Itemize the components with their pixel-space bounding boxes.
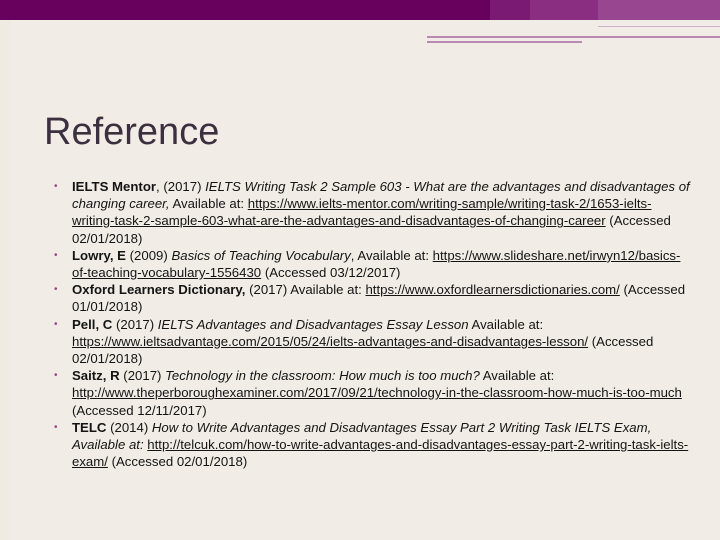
reference-author: IELTS Mentor	[72, 179, 157, 194]
reference-item: • IELTS Mentor, (2017) IELTS Writing Task…	[54, 178, 694, 247]
reference-link[interactable]: https://www.oxfordlearnersdictionaries.c…	[365, 282, 619, 297]
reference-link[interactable]: http://www.theperboroughexaminer.com/201…	[72, 385, 682, 400]
reference-title: Basics of Teaching Vocabulary	[171, 247, 351, 263]
reference-available: Available at:	[169, 196, 248, 212]
slide-title: Reference	[44, 111, 220, 153]
reference-author: Lowry, E	[72, 247, 126, 263]
reference-available: Available at:	[468, 316, 544, 332]
reference-year: (2009)	[125, 247, 172, 263]
reference-accessed: (Accessed 03/12/2017)	[261, 265, 401, 281]
top-band-accent	[598, 0, 720, 20]
reference-author: Pell, C	[72, 316, 113, 332]
decorative-rule	[427, 41, 582, 43]
reference-year: , (2017)	[156, 179, 206, 194]
reference-accessed: (Accessed 12/11/2017)	[72, 402, 207, 418]
reference-year: (2014)	[106, 419, 152, 435]
reference-item: • Oxford Learners Dictionary, (2017) Avai…	[54, 281, 694, 315]
bullet-icon: •	[54, 370, 58, 382]
reference-item: • Saitz, R (2017) Technology in the class…	[54, 367, 694, 419]
reference-year: (2017)	[119, 368, 166, 384]
reference-item: • TELC (2014) How to Write Advantages and…	[54, 419, 694, 471]
decorative-rule	[598, 26, 720, 27]
reference-item: • Lowry, E (2009) Basics of Teaching Voca…	[54, 247, 694, 281]
reference-item: • Pell, C (2017) IELTS Advantages and Dis…	[54, 316, 694, 368]
reference-author: TELC	[72, 419, 107, 435]
bullet-icon: •	[54, 421, 58, 433]
reference-author: Saitz, R	[72, 368, 120, 384]
reference-available: Available at:	[290, 282, 366, 298]
reference-accessed: (Accessed 02/01/2018)	[107, 454, 248, 470]
reference-title: IELTS Advantages and Disadvantages Essay…	[157, 316, 469, 332]
decorative-rule	[427, 36, 720, 38]
left-margin-stripe	[0, 20, 10, 540]
reference-year: (2017)	[112, 316, 158, 332]
bullet-icon: •	[54, 249, 58, 261]
bullet-icon: •	[54, 318, 58, 330]
reference-available: Available at:	[479, 368, 555, 384]
reference-title: Technology in the classroom: How much is…	[165, 368, 480, 384]
bullet-icon: •	[54, 284, 58, 296]
bullet-icon: •	[54, 181, 58, 192]
reference-link[interactable]: https://www.ieltsadvantage.com/2015/05/2…	[72, 334, 588, 349]
reference-year: (2017)	[245, 282, 291, 298]
reference-author: Oxford Learners Dictionary,	[72, 282, 246, 298]
reference-list: • IELTS Mentor, (2017) IELTS Writing Task…	[54, 178, 694, 470]
reference-available: , Available at:	[350, 247, 433, 263]
